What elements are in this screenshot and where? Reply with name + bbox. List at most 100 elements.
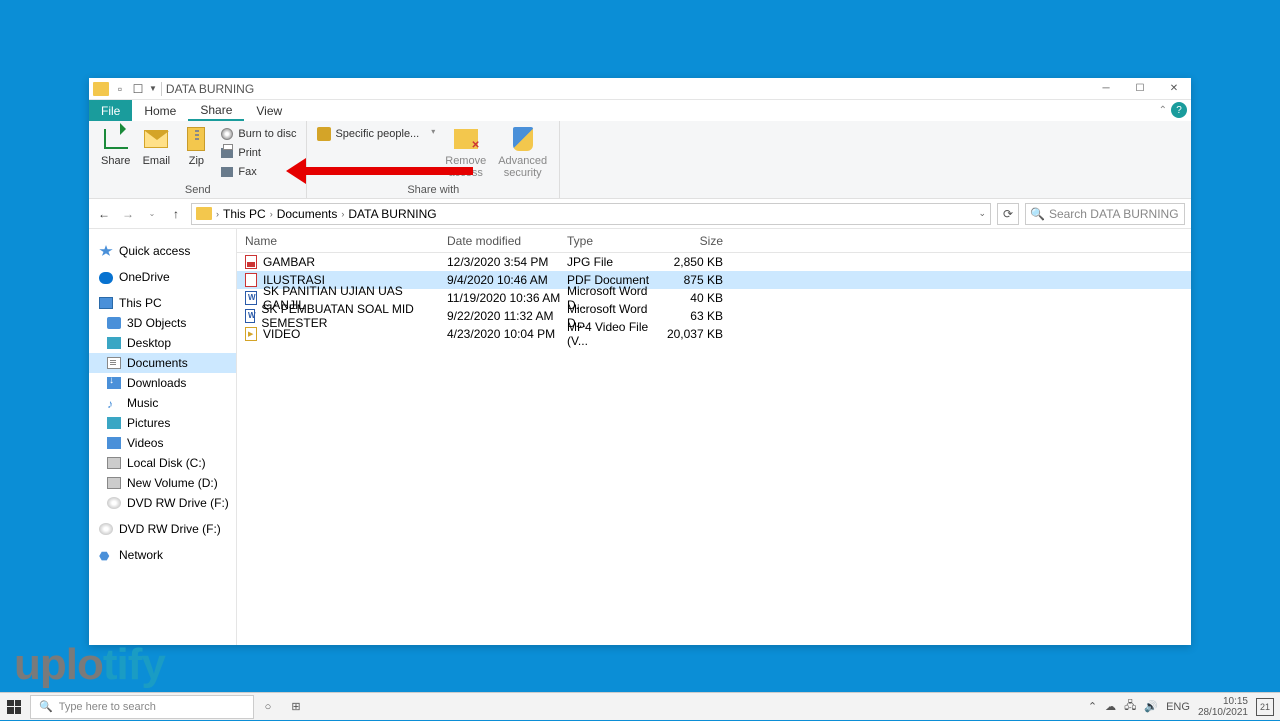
sidebar-onedrive[interactable]: OneDrive — [89, 267, 236, 287]
file-row[interactable]: SK PEMBUATAN SOAL MID SEMESTER9/22/2020 … — [237, 307, 1191, 325]
file-icon — [245, 327, 257, 341]
disc-icon — [221, 128, 233, 140]
file-icon — [245, 309, 255, 323]
fax-icon — [221, 167, 233, 177]
up-button[interactable]: ↑ — [167, 205, 185, 223]
share-button[interactable]: Share — [95, 123, 136, 169]
notification-button[interactable]: 21 — [1256, 698, 1274, 716]
advanced-security-button[interactable]: Advanced security — [492, 123, 553, 181]
zip-button[interactable]: Zip — [176, 123, 216, 169]
sidebar-pictures[interactable]: Pictures — [89, 413, 236, 433]
file-type: JPG File — [567, 255, 663, 269]
sidebar-dvd-drive-2[interactable]: DVD RW Drive (F:) — [89, 519, 236, 539]
sidebar-quick-access[interactable]: Quick access — [89, 241, 236, 261]
sidebar-videos[interactable]: Videos — [89, 433, 236, 453]
pictures-icon — [107, 417, 121, 429]
titlebar: ▫ ☐ ▼ DATA BURNING ─ ☐ ✕ — [89, 78, 1191, 100]
dvd-icon — [99, 523, 113, 535]
onedrive-tray-icon[interactable]: ☁ — [1105, 700, 1116, 713]
email-icon — [144, 130, 168, 148]
refresh-button[interactable]: ⟳ — [997, 203, 1019, 225]
col-name[interactable]: Name — [237, 234, 447, 248]
gallery-dropdown-icon[interactable]: ▾ — [431, 127, 435, 136]
col-date[interactable]: Date modified — [447, 234, 567, 248]
crumb-current[interactable]: DATA BURNING — [348, 207, 436, 221]
people-icon — [317, 127, 331, 141]
tab-home[interactable]: Home — [132, 100, 188, 121]
close-button[interactable]: ✕ — [1157, 78, 1191, 100]
disk-icon — [107, 477, 121, 489]
desktop-icon — [107, 337, 121, 349]
sidebar-network[interactable]: ⬣Network — [89, 545, 236, 565]
specific-people-button[interactable]: Specific people... — [317, 125, 419, 143]
address-bar[interactable]: › This PC› Documents› DATA BURNING ⌄ — [191, 203, 991, 225]
file-row[interactable]: GAMBAR12/3/2020 3:54 PMJPG File2,850 KB — [237, 253, 1191, 271]
cortana-button[interactable]: ○ — [254, 701, 282, 713]
help-icon[interactable]: ? — [1171, 102, 1187, 118]
search-box[interactable]: 🔍 Search DATA BURNING — [1025, 203, 1185, 225]
sidebar-downloads[interactable]: Downloads — [89, 373, 236, 393]
file-name: VIDEO — [263, 327, 300, 341]
minimize-button[interactable]: ─ — [1089, 78, 1123, 100]
body: Quick access OneDrive This PC 3D Objects… — [89, 229, 1191, 645]
print-button[interactable]: Print — [220, 144, 296, 162]
folder-icon — [93, 82, 109, 96]
qat-props-icon[interactable]: ☐ — [131, 82, 145, 96]
sidebar-documents[interactable]: Documents — [89, 353, 236, 373]
sidebar: Quick access OneDrive This PC 3D Objects… — [89, 229, 237, 645]
sidebar-dvd-drive[interactable]: DVD RW Drive (F:) — [89, 493, 236, 513]
file-row[interactable]: VIDEO4/23/2020 10:04 PMMP4 Video File (V… — [237, 325, 1191, 343]
videos-icon — [107, 437, 121, 449]
volume-tray-icon[interactable]: 🔊 — [1144, 700, 1158, 713]
qat-dropdown-icon[interactable]: ▫ — [113, 82, 127, 96]
file-icon — [245, 255, 257, 269]
back-button[interactable]: ← — [95, 205, 113, 223]
email-button[interactable]: Email — [136, 123, 176, 169]
sidebar-music[interactable]: ♪Music — [89, 393, 236, 413]
clock[interactable]: 10:15 28/10/2021 — [1198, 696, 1248, 718]
language-indicator[interactable]: ENG — [1166, 701, 1190, 713]
addr-dropdown-icon[interactable]: ⌄ — [978, 208, 986, 219]
ribbon: Share Email Zip Burn to disc — [89, 121, 1191, 199]
file-name: SK PEMBUATAN SOAL MID SEMESTER — [261, 302, 447, 330]
fax-button[interactable]: Fax — [220, 163, 296, 181]
qat-chevron-icon[interactable]: ▼ — [149, 84, 157, 93]
sidebar-3d-objects[interactable]: 3D Objects — [89, 313, 236, 333]
recent-dropdown[interactable]: ⌄ — [143, 205, 161, 223]
shield-icon — [513, 127, 533, 151]
network-tray-icon[interactable]: 🖧 — [1124, 697, 1136, 716]
quick-launch: ▫ ☐ ▼ — [89, 82, 157, 96]
tab-view[interactable]: View — [244, 100, 294, 121]
file-date: 9/4/2020 10:46 AM — [447, 273, 567, 287]
chevron-icon[interactable]: › — [216, 209, 219, 219]
collapse-ribbon-icon[interactable]: ⌃ — [1159, 105, 1167, 116]
remove-access-button[interactable]: Remove access — [439, 123, 492, 181]
sidebar-new-volume[interactable]: New Volume (D:) — [89, 473, 236, 493]
sidebar-this-pc[interactable]: This PC — [89, 293, 236, 313]
file-date: 12/3/2020 3:54 PM — [447, 255, 567, 269]
start-button[interactable] — [0, 693, 28, 721]
music-icon: ♪ — [107, 397, 121, 409]
tab-share[interactable]: Share — [188, 100, 244, 121]
folder-icon — [196, 207, 212, 220]
col-size[interactable]: Size — [663, 234, 733, 248]
crumb-this-pc[interactable]: This PC› — [223, 207, 273, 221]
watermark: uplotify — [14, 640, 165, 690]
taskbar-search[interactable]: 🔍 Type here to search — [30, 695, 254, 719]
sidebar-local-disk[interactable]: Local Disk (C:) — [89, 453, 236, 473]
crumb-documents[interactable]: Documents› — [277, 207, 345, 221]
maximize-button[interactable]: ☐ — [1123, 78, 1157, 100]
tab-file[interactable]: File — [89, 100, 132, 121]
task-view-button[interactable]: ⊞ — [282, 700, 310, 713]
file-list: Name Date modified Type Size GAMBAR 12/3/… — [237, 229, 1191, 645]
cloud-icon — [99, 272, 113, 284]
col-type[interactable]: Type — [567, 234, 663, 248]
tray-chevron-icon[interactable]: ⌃ — [1088, 700, 1097, 713]
forward-button[interactable]: → — [119, 205, 137, 223]
file-name: GAMBAR — [263, 255, 315, 269]
file-date: 9/22/2020 11:32 AM — [447, 309, 567, 323]
separator — [161, 82, 162, 96]
sidebar-desktop[interactable]: Desktop — [89, 333, 236, 353]
burn-to-disc-button[interactable]: Burn to disc — [220, 125, 296, 143]
print-icon — [221, 148, 233, 158]
